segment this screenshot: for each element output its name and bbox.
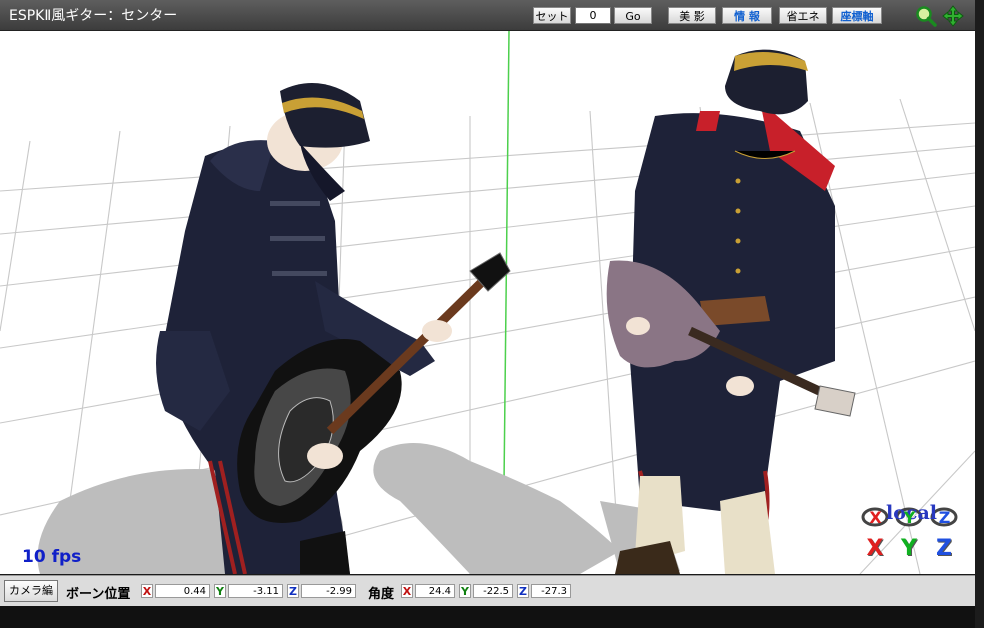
camera-edit-button[interactable]: カメラ編	[4, 580, 58, 602]
zoom-icon[interactable]	[915, 5, 937, 27]
scene-render	[0, 31, 975, 574]
angle-label: 角度	[368, 587, 395, 602]
move-arrows-icon[interactable]	[942, 5, 964, 27]
pos-z-field[interactable]: -2.99	[301, 584, 356, 598]
ang-x-field[interactable]: 24.4	[415, 584, 455, 598]
rotate-y-handle[interactable]: Y	[901, 508, 918, 527]
ang-y-axis-label: Y	[459, 584, 471, 598]
pos-z-axis-label: Z	[287, 584, 299, 598]
ang-y-field[interactable]: -22.5	[473, 584, 513, 598]
shadows	[37, 443, 680, 574]
pos-y-field[interactable]: -3.11	[228, 584, 283, 598]
frame-input[interactable]: 0	[575, 7, 611, 24]
move-z-handle[interactable]: Z	[933, 536, 955, 562]
pos-x-field[interactable]: 0.44	[155, 584, 210, 598]
pos-x-axis-label: X	[141, 584, 153, 598]
3d-viewport[interactable]: 10 fps local X Y Z X Y Z	[0, 31, 975, 574]
right-character	[606, 49, 856, 574]
pos-y-axis-label: Y	[214, 584, 226, 598]
ang-x-axis-label: X	[401, 584, 413, 598]
rotate-x-handle[interactable]: X	[867, 508, 884, 527]
bottom-edge	[0, 606, 975, 628]
bone-status-bar: カメラ編 ボーン位置 X 0.44 Y -3.11 Z -2.99 角度 X 2…	[0, 575, 975, 606]
set-button[interactable]: セット	[533, 7, 571, 24]
ang-z-field[interactable]: -27.3	[531, 584, 571, 598]
ang-z-axis-label: Z	[517, 584, 529, 598]
move-y-handle[interactable]: Y	[898, 536, 920, 562]
window-title: ESPKⅡ風ギター：センター	[9, 8, 178, 24]
energy-save-button[interactable]: 省エネ	[779, 7, 827, 24]
rotate-z-handle[interactable]: Z	[936, 508, 953, 527]
title-bar: ESPKⅡ風ギター：センター セット 0 Go 美 影 情 報 省エネ 座標軸	[0, 0, 975, 31]
move-x-handle[interactable]: X	[864, 536, 886, 562]
beauty-shadow-button[interactable]: 美 影	[668, 7, 716, 24]
info-button[interactable]: 情 報	[722, 7, 772, 24]
axis-button[interactable]: 座標軸	[832, 7, 882, 24]
bone-position-label: ボーン位置	[66, 587, 131, 602]
window-edge	[975, 0, 984, 628]
fps-counter: 10 fps	[22, 547, 82, 567]
go-button[interactable]: Go	[614, 7, 652, 24]
